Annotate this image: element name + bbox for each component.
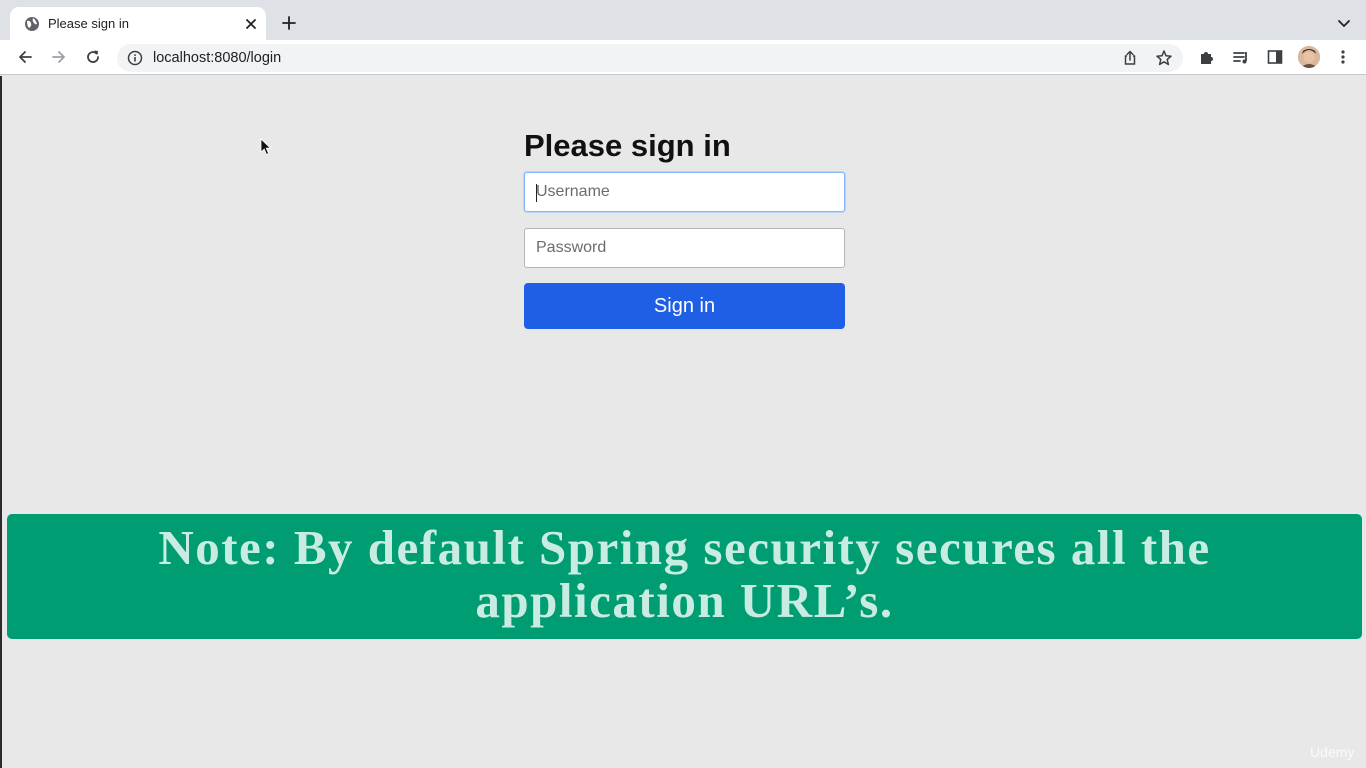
note-text: Note: By default Spring security secures… (158, 520, 1211, 628)
reload-icon[interactable] (84, 48, 102, 66)
back-icon[interactable] (16, 48, 34, 66)
page-title: Please sign in (524, 128, 731, 163)
url-text: localhost:8080/login (153, 50, 282, 66)
password-field-wrapper (524, 228, 845, 268)
sign-in-button[interactable]: Sign in (524, 283, 845, 329)
bookmark-star-icon[interactable] (1155, 49, 1173, 67)
forward-icon[interactable] (50, 48, 68, 66)
avatar-face-icon (1298, 46, 1320, 68)
share-icon[interactable] (1121, 49, 1139, 67)
mouse-cursor-icon (260, 138, 272, 156)
tab-title: Please sign in (48, 16, 129, 31)
password-input[interactable] (525, 229, 844, 267)
info-icon[interactable] (127, 50, 143, 66)
browser-toolbar: localhost:8080/login (0, 40, 1366, 75)
text-caret (536, 184, 537, 202)
username-input[interactable] (525, 173, 844, 211)
note-banner: Note: By default Spring security secures… (7, 514, 1362, 639)
globe-icon (25, 17, 39, 31)
browser-tab[interactable]: Please sign in (10, 7, 266, 40)
side-panel-icon[interactable] (1266, 48, 1284, 66)
udemy-watermark: Udemy (1310, 744, 1355, 760)
close-tab-icon[interactable] (242, 15, 260, 33)
address-bar[interactable]: localhost:8080/login (117, 44, 1183, 72)
username-field-wrapper (524, 172, 845, 212)
media-queue-icon[interactable] (1232, 48, 1250, 66)
chevron-down-icon[interactable] (1335, 14, 1353, 32)
extensions-puzzle-icon[interactable] (1198, 48, 1216, 66)
tab-strip: Please sign in (0, 0, 1366, 40)
profile-avatar[interactable] (1298, 46, 1320, 68)
page-border (0, 76, 2, 768)
more-options-icon[interactable] (1334, 48, 1352, 66)
new-tab-icon[interactable] (280, 14, 298, 32)
